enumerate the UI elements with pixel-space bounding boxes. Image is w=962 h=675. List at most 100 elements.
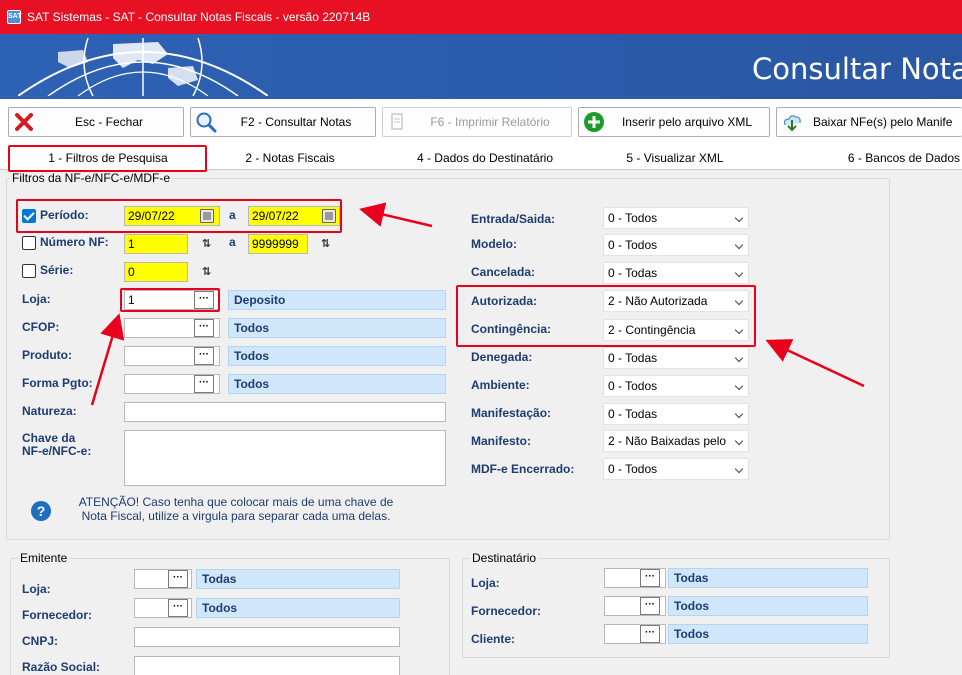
destinatario-cliente-label: Cliente: (471, 632, 516, 646)
emitente-fornecedor-description: Todos (196, 598, 400, 618)
range-separator: a (229, 208, 236, 222)
insert-xml-button[interactable]: Inserir pelo arquivo XML (578, 107, 770, 137)
tab-notas-fiscais[interactable]: 2 - Notas Fiscais (210, 146, 370, 170)
tab-visualizar-xml[interactable]: 5 - Visualizar XML (600, 146, 750, 170)
serie-field[interactable]: 0 (124, 262, 188, 282)
banner-title: Consultar Notas (752, 52, 962, 86)
tab-filtros-pesquisa[interactable]: 1 - Filtros de Pesquisa (10, 146, 206, 170)
search-icon (191, 108, 221, 136)
chave-help-note: ATENÇÃO! Caso tenha que colocar mais de … (78, 495, 394, 523)
emitente-razao-social-field[interactable] (134, 656, 400, 675)
numero-nf-label: Número NF: (40, 235, 109, 249)
entrada-saida-label: Entrada/Saida: (471, 212, 556, 226)
produto-description: Todos (228, 346, 446, 366)
chevron-down-icon (734, 296, 744, 306)
loja-label: Loja: (22, 292, 51, 306)
toolbar: Esc - Fechar F2 - Consultar Notas F6 - I… (0, 104, 962, 142)
chevron-down-icon (734, 464, 744, 474)
numero-nf-checkbox[interactable] (22, 236, 36, 250)
manifestacao-select[interactable]: 0 - Todas (603, 403, 749, 425)
chevron-down-icon (734, 353, 744, 363)
destinatario-loja-label: Loja: (471, 576, 500, 590)
chevron-down-icon (734, 240, 744, 250)
destinatario-group-title: Destinatário (470, 551, 539, 565)
forma-pgto-description: Todos (228, 374, 446, 394)
emitente-fornecedor-lookup-button[interactable]: ··· (168, 599, 188, 617)
close-x-icon (9, 108, 39, 136)
ambiente-label: Ambiente: (471, 378, 530, 392)
range-separator: a (229, 235, 236, 249)
autorizada-select[interactable]: 2 - Não Autorizada (603, 290, 749, 312)
close-button[interactable]: Esc - Fechar (8, 107, 184, 137)
emitente-loja-lookup-button[interactable]: ··· (168, 570, 188, 588)
window-title: SAT Sistemas - SAT - Consultar Notas Fis… (27, 10, 371, 24)
chevron-down-icon (734, 213, 744, 223)
emitente-cnpj-label: CNPJ: (22, 634, 59, 648)
plus-circle-icon (579, 108, 609, 136)
periodo-checkbox[interactable] (22, 209, 36, 223)
manifesto-label: Manifesto: (471, 434, 531, 448)
calendar-icon[interactable] (322, 209, 336, 223)
emitente-fornecedor-label: Fornecedor: (22, 608, 93, 622)
print-report-button[interactable]: F6 - Imprimir Relatório (382, 107, 572, 137)
destinatario-fornecedor-label: Fornecedor: (471, 604, 542, 618)
manifestacao-label: Manifestação: (471, 406, 552, 420)
denegada-label: Denegada: (471, 350, 533, 364)
tab-bar: 1 - Filtros de Pesquisa 2 - Notas Fiscai… (0, 146, 962, 170)
cancelada-select[interactable]: 0 - Todas (603, 262, 749, 284)
chevron-down-icon (734, 409, 744, 419)
destinatario-loja-lookup-button[interactable]: ··· (640, 569, 660, 587)
natureza-label: Natureza: (22, 404, 77, 418)
produto-lookup-button[interactable]: ··· (194, 347, 214, 365)
ambiente-select[interactable]: 0 - Todos (603, 375, 749, 397)
chave-textarea[interactable] (124, 430, 446, 486)
destinatario-loja-description: Todas (668, 568, 868, 588)
globe-logo-icon (18, 38, 268, 96)
spinner-icon[interactable]: ⇅ (199, 236, 214, 252)
cfop-description: Todos (228, 318, 446, 338)
serie-label: Série: (40, 263, 74, 277)
chevron-down-icon (734, 325, 744, 335)
modelo-select[interactable]: 0 - Todos (603, 234, 749, 256)
header-banner: Consultar Notas (0, 34, 962, 99)
destinatario-fornecedor-lookup-button[interactable]: ··· (640, 597, 660, 615)
cfop-label: CFOP: (22, 320, 60, 334)
numero-nf-from-field[interactable]: 1 (124, 234, 188, 254)
natureza-field[interactable] (124, 402, 446, 422)
modelo-label: Modelo: (471, 237, 517, 251)
chevron-down-icon (734, 436, 744, 446)
window-titlebar: SAT SAT Sistemas - SAT - Consultar Notas… (0, 0, 962, 34)
tab-bancos-de-dados[interactable]: 6 - Bancos de Dados (800, 146, 962, 170)
spinner-icon[interactable]: ⇅ (318, 236, 333, 252)
manifesto-select[interactable]: 2 - Não Baixadas pelo (603, 430, 749, 452)
printer-icon (383, 108, 413, 136)
chevron-down-icon (734, 268, 744, 278)
cfop-lookup-button[interactable]: ··· (194, 319, 214, 337)
download-cloud-icon (777, 108, 807, 136)
spinner-icon[interactable]: ⇅ (199, 264, 214, 280)
chave-label: Chave da NF-e/NFC-e: (22, 431, 92, 458)
consult-notes-button[interactable]: F2 - Consultar Notas (190, 107, 376, 137)
filters-panel: Filtros da NF-e/NFC-e/MDF-e Período: 29/… (0, 170, 962, 675)
numero-nf-to-field[interactable]: 9999999 (248, 234, 308, 254)
serie-checkbox[interactable] (22, 264, 36, 278)
forma-pgto-label: Forma Pgto: (22, 376, 93, 390)
contingencia-label: Contingência: (471, 322, 551, 336)
emitente-group-title: Emitente (18, 551, 70, 565)
mdfe-encerrado-select[interactable]: 0 - Todos (603, 458, 749, 480)
tab-dados-destinatario[interactable]: 4 - Dados do Destinatário (400, 146, 570, 170)
emitente-loja-label: Loja: (22, 582, 51, 596)
cancelada-label: Cancelada: (471, 265, 536, 279)
loja-lookup-button[interactable]: ··· (194, 291, 214, 309)
emitente-razao-social-label: Razão Social: (22, 660, 101, 674)
denegada-select[interactable]: 0 - Todas (603, 347, 749, 369)
calendar-icon[interactable] (200, 209, 214, 223)
contingencia-select[interactable]: 2 - Contingência (603, 319, 749, 341)
destinatario-cliente-lookup-button[interactable]: ··· (640, 625, 660, 643)
download-nfe-button[interactable]: Baixar NFe(s) pelo Manife (776, 107, 962, 137)
emitente-cnpj-field[interactable] (134, 627, 400, 647)
help-icon: ? (31, 501, 51, 521)
entrada-saida-select[interactable]: 0 - Todos (603, 207, 749, 229)
filters-group-title: Filtros da NF-e/NFC-e/MDF-e (10, 171, 173, 185)
forma-pgto-lookup-button[interactable]: ··· (194, 375, 214, 393)
